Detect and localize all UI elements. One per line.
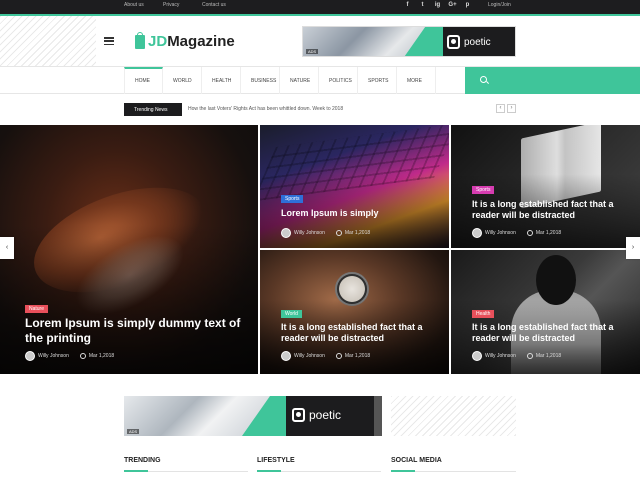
article-meta: Willy Johnson Mar 1,2018 (472, 351, 561, 361)
trending-next-button[interactable]: › (507, 104, 516, 113)
avatar (281, 351, 291, 361)
clock-icon (526, 353, 533, 359)
section-title-lifestyle[interactable]: LIFESTYLE (257, 457, 295, 464)
featured-tile-main[interactable]: Nature Lorem Ipsum is simply dummy text … (0, 125, 258, 374)
avatar (25, 351, 35, 361)
ad-brand: poetic (447, 35, 491, 49)
google-plus-icon[interactable]: G+ (445, 2, 460, 8)
article-title[interactable]: It is a long established fact that a rea… (472, 322, 622, 345)
category-badge[interactable]: Sports (281, 195, 304, 203)
search-icon[interactable] (480, 76, 487, 83)
article-meta: Willy Johnson Mar 1,2018 (281, 228, 370, 238)
category-badge[interactable]: Nature (25, 305, 49, 313)
login-link[interactable]: Login/Join (488, 2, 511, 8)
shopping-bag-icon (135, 31, 145, 49)
nav-item-health[interactable]: HEALTH (202, 67, 241, 94)
author-name[interactable]: Willy Johnson (294, 353, 325, 359)
pinterest-icon[interactable]: p (460, 2, 475, 8)
section-title-trending[interactable]: TRENDING (124, 457, 161, 464)
featured-tile-3[interactable]: Sports It is a long established fact tha… (451, 125, 640, 248)
top-link-about[interactable]: About us (124, 2, 163, 8)
nav-item-sports[interactable]: SPORTS (358, 67, 397, 94)
article-title[interactable]: Lorem Ipsum is simply (281, 208, 441, 219)
accent-line (0, 14, 640, 16)
author-name[interactable]: Willy Johnson (485, 230, 516, 236)
featured-tile-5[interactable]: Health It is a long established fact tha… (451, 250, 640, 374)
nav-item-world[interactable]: WORLD (163, 67, 202, 94)
trending-controls: ‹ › (496, 104, 516, 113)
top-links: About us Privacy Contact us (124, 2, 241, 8)
avatar (281, 228, 291, 238)
ad-brand-name: poetic (464, 36, 491, 48)
slider-prev-button[interactable]: ‹ (0, 237, 14, 259)
poetic-logo-icon (292, 408, 305, 422)
featured-grid: Nature Lorem Ipsum is simply dummy text … (0, 125, 640, 374)
trending-prev-button[interactable]: ‹ (496, 104, 505, 113)
article-title[interactable]: It is a long established fact that a rea… (281, 322, 441, 345)
avatar (472, 228, 482, 238)
author-name[interactable]: Willy Johnson (38, 353, 69, 359)
article-meta: Willy Johnson Mar 1,2018 (472, 228, 561, 238)
slider-next-button[interactable]: › (626, 237, 640, 259)
nav-item-more[interactable]: MORE (397, 67, 436, 94)
hamburger-menu-icon[interactable] (104, 37, 114, 46)
category-badge[interactable]: World (281, 310, 302, 318)
featured-tile-4[interactable]: World It is a long established fact that… (260, 250, 449, 374)
clock-icon (79, 353, 86, 359)
instagram-icon[interactable]: ig (430, 2, 445, 8)
search-bar[interactable] (465, 67, 640, 94)
article-date: Mar 1,2018 (88, 353, 115, 359)
facebook-icon[interactable]: f (400, 2, 415, 8)
trending-label: Trending News (124, 103, 182, 116)
nav-item-politics[interactable]: POLITICS (319, 67, 358, 94)
top-link-contact[interactable]: Contact us (202, 2, 241, 8)
logo-text: Magazine (167, 33, 235, 50)
category-badge[interactable]: Health (472, 310, 495, 318)
nav-item-business[interactable]: BUSINESS (241, 67, 280, 94)
ad-tag: ADS (306, 49, 319, 54)
featured-tile-2[interactable]: Sports Lorem Ipsum is simply Willy Johns… (260, 125, 449, 248)
category-badge[interactable]: Sports (472, 186, 495, 194)
author-name[interactable]: Willy Johnson (485, 353, 516, 359)
clock-icon (335, 353, 342, 359)
article-date: Mar 1,2018 (535, 230, 562, 236)
poetic-logo-icon (447, 35, 460, 49)
article-date: Mar 1,2018 (344, 230, 371, 236)
section-accent (391, 470, 415, 472)
twitter-icon[interactable]: t (415, 2, 430, 8)
article-meta: Willy Johnson Mar 1,2018 (25, 351, 114, 361)
article-title[interactable]: It is a long established fact that a rea… (472, 199, 622, 222)
ad-placeholder-pattern (391, 396, 516, 436)
content-ad-banner[interactable]: ADS poetic (124, 396, 382, 436)
top-link-privacy[interactable]: Privacy (163, 2, 202, 8)
nav-item-nature[interactable]: NATURE (280, 67, 319, 94)
ad-tag: ADS (127, 429, 140, 434)
nav-item-home[interactable]: HOME (124, 67, 163, 94)
header-pattern (0, 16, 96, 66)
site-logo[interactable]: JD Magazine (135, 31, 235, 50)
trending-headline[interactable]: How the last Voters' Rights Act has been… (188, 106, 343, 112)
section-accent (257, 470, 281, 472)
article-meta: Willy Johnson Mar 1,2018 (281, 351, 370, 361)
main-navigation: HOME WORLD HEALTH BUSINESS NATURE POLITI… (0, 66, 640, 94)
article-date: Mar 1,2018 (344, 353, 371, 359)
section-title-social-media[interactable]: SOCIAL MEDIA (391, 457, 442, 464)
article-title[interactable]: Lorem Ipsum is simply dummy text of the … (25, 316, 245, 346)
ad-brand-name: poetic (309, 408, 342, 422)
avatar (472, 351, 482, 361)
section-accent (124, 470, 148, 472)
ad-brand: poetic (292, 408, 341, 422)
article-date: Mar 1,2018 (535, 353, 562, 359)
author-name[interactable]: Willy Johnson (294, 230, 325, 236)
social-icons: f t ig G+ p (400, 2, 475, 8)
top-bar: About us Privacy Contact us f t ig G+ p … (0, 0, 640, 14)
logo-accent: JD (148, 33, 168, 50)
header-ad-banner[interactable]: ADS poetic (302, 26, 516, 57)
clock-icon (526, 230, 533, 236)
clock-icon (335, 230, 342, 236)
ad-close-strip[interactable] (374, 396, 382, 436)
